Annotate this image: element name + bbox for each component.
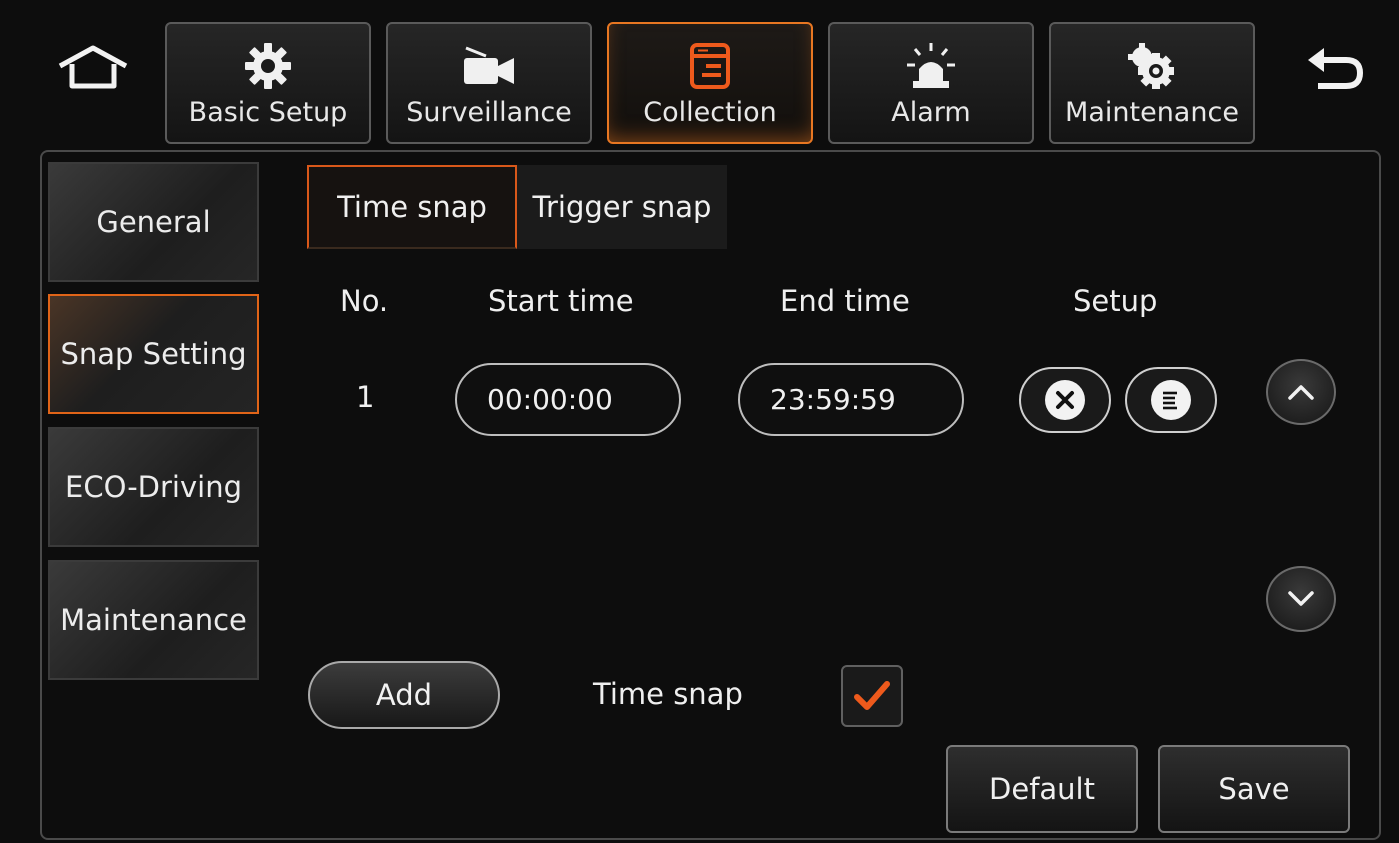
start-time-value: 00:00:00 — [487, 383, 613, 416]
sidebar-item-snap-setting[interactable]: Snap Setting — [48, 294, 259, 414]
sidebar-item-eco-driving[interactable]: ECO-Driving — [48, 427, 259, 547]
default-button[interactable]: Default — [946, 745, 1138, 833]
sidebar-item-label: General — [96, 205, 211, 239]
camera-icon — [388, 38, 590, 94]
tab-label: Surveillance — [406, 97, 572, 128]
home-icon — [58, 45, 127, 89]
tab-label: Maintenance — [1065, 97, 1239, 128]
edit-button[interactable] — [1125, 367, 1217, 433]
column-header-setup: Setup — [1073, 284, 1158, 318]
siren-icon — [830, 38, 1032, 94]
scroll-up-button[interactable] — [1266, 359, 1336, 425]
add-button-label: Add — [375, 678, 433, 712]
column-header-no: No. — [340, 284, 389, 318]
tab-label: Basic Setup — [188, 97, 348, 128]
sidebar-item-label: Maintenance — [60, 603, 247, 637]
tab-basic-setup[interactable]: Basic Setup — [165, 22, 371, 144]
column-header-end-time: End time — [780, 284, 910, 318]
chevron-down-icon — [1288, 591, 1314, 606]
subtab-trigger-snap[interactable]: Trigger snap — [517, 165, 727, 249]
time-snap-checkbox-label: Time snap — [593, 677, 743, 711]
sidebar-item-maintenance[interactable]: Maintenance — [48, 560, 259, 680]
back-button[interactable] — [1300, 42, 1370, 92]
end-time-field[interactable]: 23:59:59 — [738, 363, 964, 436]
subtab-time-snap[interactable]: Time snap — [307, 165, 517, 249]
start-time-field[interactable]: 00:00:00 — [455, 363, 681, 436]
back-arrow-icon — [1308, 48, 1364, 89]
subtab-label: Time snap — [337, 190, 487, 224]
gears-icon — [1051, 38, 1253, 94]
delete-button[interactable] — [1019, 367, 1111, 433]
column-header-start-time: Start time — [488, 284, 634, 318]
save-button[interactable]: Save — [1158, 745, 1350, 833]
row-number: 1 — [356, 380, 375, 414]
end-time-value: 23:59:59 — [770, 383, 896, 416]
scroll-down-button[interactable] — [1266, 566, 1336, 632]
gear-icon — [167, 38, 369, 94]
sidebar-item-general[interactable]: General — [48, 162, 259, 282]
screen: Basic Setup Surveillance Collection Alar… — [0, 0, 1399, 843]
tab-label: Alarm — [891, 97, 971, 128]
save-button-label: Save — [1218, 772, 1290, 806]
tab-surveillance[interactable]: Surveillance — [386, 22, 592, 144]
tab-label: Collection — [643, 97, 777, 128]
subtab-label: Trigger snap — [532, 190, 712, 224]
tab-alarm[interactable]: Alarm — [828, 22, 1034, 144]
list-icon — [1151, 380, 1191, 420]
sidebar-item-label: Snap Setting — [60, 337, 247, 371]
close-icon — [1045, 380, 1085, 420]
chevron-up-icon — [1288, 385, 1314, 400]
home-button[interactable] — [55, 42, 130, 92]
tab-collection[interactable]: Collection — [607, 22, 813, 144]
add-button[interactable]: Add — [308, 661, 500, 729]
time-snap-checkbox[interactable] — [841, 665, 903, 727]
tab-maintenance[interactable]: Maintenance — [1049, 22, 1255, 144]
checkmark-icon — [854, 681, 890, 710]
sidebar-item-label: ECO-Driving — [65, 470, 242, 504]
document-icon — [609, 38, 811, 94]
default-button-label: Default — [989, 772, 1095, 806]
